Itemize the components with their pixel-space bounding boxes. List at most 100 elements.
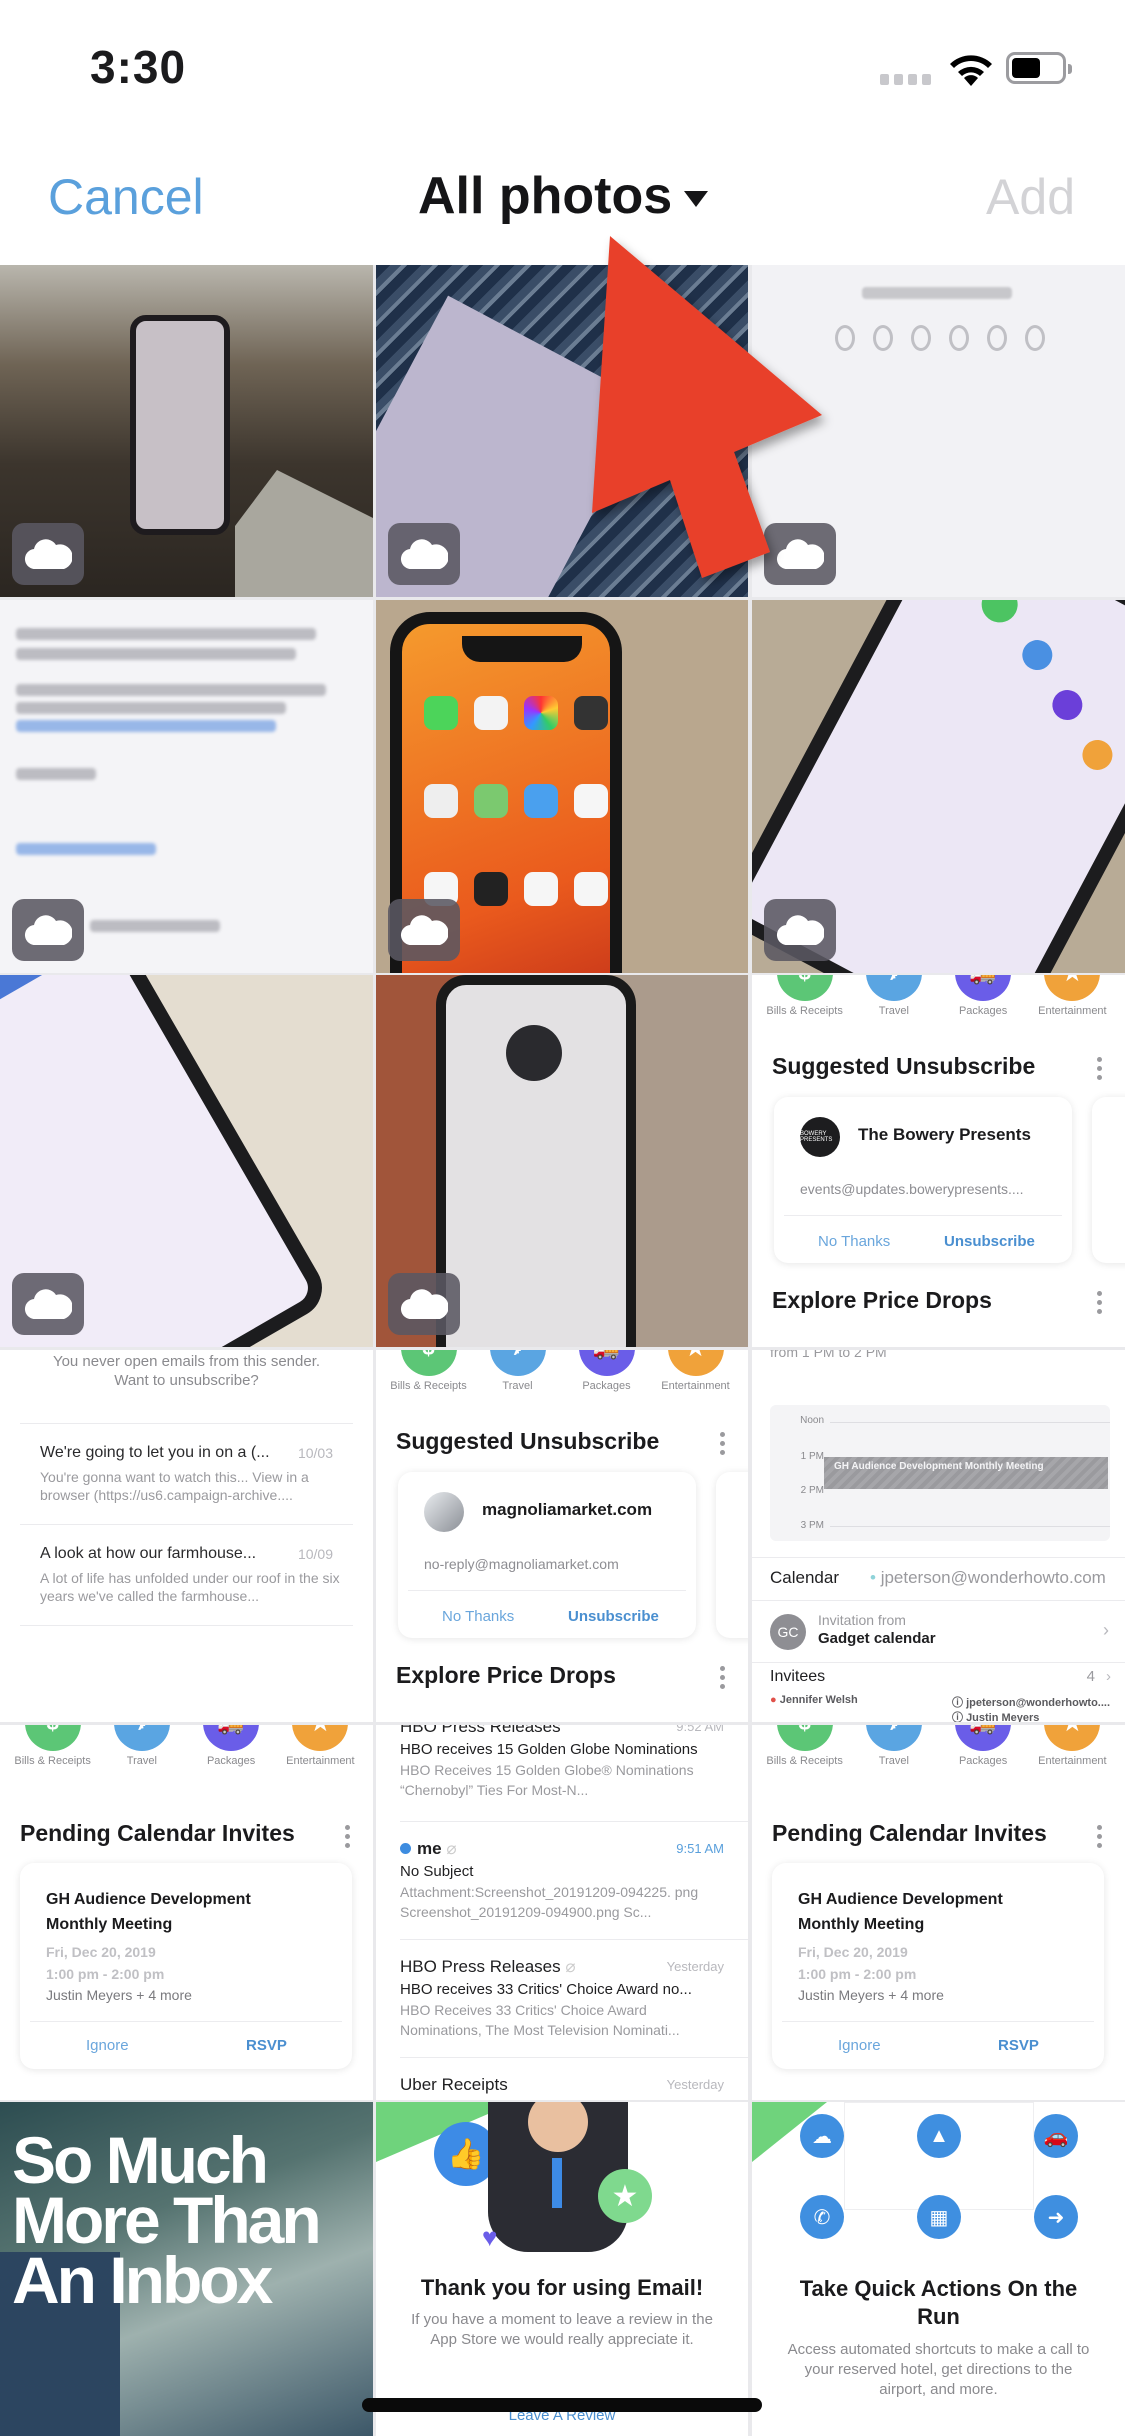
screenshot-thumbnail[interactable]: $Bills & Receipts ✈Travel 🚚Packages ★Ent…: [376, 1350, 748, 1722]
inbox-item: HBO Press Releases ⌀ Yesterday HBO recei…: [400, 1957, 724, 2038]
ignore-button: Ignore: [86, 2037, 129, 2054]
category-travel: ✈Travel: [851, 1725, 937, 1767]
screenshot-thumbnail[interactable]: 👍 ♥ ★ Thank you for using Email! If you …: [376, 2102, 748, 2436]
category-packages: 🚚Packages: [940, 1725, 1026, 1767]
more-options-icon: [720, 1432, 726, 1455]
navigation-arrow-icon: ▲: [917, 2114, 961, 2158]
photo-thumbnail[interactable]: [0, 600, 373, 973]
battery-icon: [1006, 52, 1072, 84]
dollar-icon: $: [400, 1350, 457, 1376]
screenshot-thumbnail[interactable]: So Much More Than An Inbox: [0, 2102, 373, 2436]
sender-logo: [424, 1492, 464, 1532]
category-entertainment: ★Entertainment: [1029, 1725, 1115, 1767]
screenshot-thumbnail[interactable]: HBO Press Releases 9:52 AM HBO receives …: [376, 1725, 748, 2100]
cancel-button[interactable]: Cancel: [48, 168, 204, 226]
status-bar: 3:30: [0, 0, 1125, 130]
nav-bar: Cancel All photos Add: [0, 150, 1125, 265]
passcode-prompt-blurred: [862, 287, 1012, 299]
sender-logo: BOWERY PRESENTS: [800, 1117, 840, 1157]
icloud-cloud-icon: [12, 1273, 84, 1335]
sender-email: no-reply@magnoliamarket.com: [424, 1556, 619, 1572]
photo-thumbnail[interactable]: [752, 600, 1125, 973]
airplane-icon: ✈: [865, 975, 922, 1001]
ignore-button: Ignore: [838, 2037, 881, 2054]
invitee: ⓘ Justin Meyers: [952, 1712, 1040, 1722]
screenshot-thumbnail[interactable]: $Bills & Receipts ✈Travel 🚚Packages ★Ent…: [752, 1725, 1125, 2100]
add-button[interactable]: Add: [986, 168, 1075, 226]
promo-headline: So Much More Than An Inbox: [12, 2123, 322, 2317]
truck-icon: 🚚: [955, 975, 1012, 1001]
ticket-icon: ★: [1044, 975, 1101, 1001]
screenshot-thumbnail[interactable]: You never open emails from this sender. …: [0, 1350, 373, 1722]
email-list-item: We're going to let you in on a (... 10/0…: [40, 1444, 333, 1503]
day-timeline: Noon 1 PM 2 PM 3 PM GH Audience Developm…: [770, 1405, 1110, 1541]
section-title: Explore Price Drops: [772, 1287, 992, 1313]
category-row: $Bills & Receipts ✈Travel 🚚Packages ★Ent…: [376, 1350, 748, 1392]
rsvp-button: RSVP: [246, 2037, 287, 2054]
screenshot-thumbnail[interactable]: $Bills & Receipts ✈Travel 🚚Packages ★Ent…: [752, 975, 1125, 1347]
quick-actions-title: Take Quick Actions On the Run: [799, 2276, 1078, 2329]
sender-name: magnoliamarket.com: [482, 1500, 653, 1519]
more-options-icon: [1097, 1291, 1103, 1314]
never-open-text: You never open emails from this sender. …: [52, 1353, 321, 1389]
sender-name: The Bowery Presents: [858, 1125, 1031, 1144]
home-indicator[interactable]: [362, 2398, 762, 2412]
photo-thumbnail[interactable]: [376, 975, 748, 1347]
caret-down-icon: [684, 191, 709, 207]
invitee: ● Jennifer Welsh: [770, 1694, 858, 1706]
unread-dot-icon: [400, 1843, 411, 1854]
icloud-cloud-icon: [388, 1273, 460, 1335]
category-bills: $Bills & Receipts: [10, 1725, 96, 1767]
wifi-icon: [950, 55, 992, 86]
section-title: Pending Calendar Invites: [20, 1820, 295, 1846]
icloud-cloud-icon: [12, 899, 84, 961]
dollar-icon: $: [776, 975, 833, 1001]
airplane-icon: ✈: [489, 1350, 546, 1376]
more-options-icon: [1097, 1825, 1103, 1848]
screenshot-thumbnail[interactable]: ☁ ▲ 🚗 ✆ ▦ ➜ Take Quick Actions On the Ru…: [752, 2102, 1125, 2436]
category-entertainment: ★Entertainment: [277, 1725, 363, 1767]
photo-thumbnail[interactable]: [0, 975, 373, 1347]
category-travel: ✈Travel: [475, 1350, 561, 1392]
car-icon: 🚗: [1034, 2114, 1078, 2158]
category-travel: ✈Travel: [851, 975, 937, 1017]
screenshot-thumbnail[interactable]: $Bills & Receipts ✈Travel 🚚Packages ★Ent…: [0, 1725, 373, 2100]
photo-thumbnail[interactable]: [376, 600, 748, 973]
category-row: $Bills & Receipts ✈Travel 🚚Packages ★Ent…: [752, 1725, 1125, 1767]
airplane-icon: ✈: [865, 1725, 922, 1751]
icloud-cloud-icon: [12, 523, 84, 585]
chevron-right-icon: ›: [1106, 1668, 1111, 1685]
screenshot-thumbnail[interactable]: from 1 PM to 2 PM Noon 1 PM 2 PM 3 PM GH…: [752, 1350, 1125, 1722]
icloud-cloud-icon: [388, 899, 460, 961]
unsubscribe-button: Unsubscribe: [568, 1608, 659, 1625]
category-row: $Bills & Receipts ✈Travel 🚚Packages ★Ent…: [752, 975, 1125, 1017]
sender-email: events@updates.bowerypresents....: [800, 1181, 1024, 1197]
truck-icon: 🚚: [955, 1725, 1012, 1751]
icloud-cloud-icon: [764, 523, 836, 585]
section-title: Pending Calendar Invites: [772, 1820, 1047, 1846]
inbox-item: Uber Receipts Yesterday: [400, 2075, 724, 2094]
unsubscribe-card: BOWERY PRESENTS The Bowery Presents even…: [774, 1097, 1072, 1263]
invitees-row: Invitees 4 ›: [770, 1668, 1111, 1685]
calendar-icon: ▦: [917, 2195, 961, 2239]
category-packages: 🚚Packages: [188, 1725, 274, 1767]
no-thanks-button: No Thanks: [442, 1608, 515, 1625]
phone-icon: ✆: [800, 2195, 844, 2239]
invitation-row: GC Invitation from Gadget calendar ›: [770, 1608, 1115, 1658]
heart-icon: ♥: [482, 2222, 498, 2252]
category-bills: $Bills & Receipts: [386, 1350, 472, 1392]
photo-thumbnail[interactable]: [0, 265, 373, 597]
photo-thumbnail[interactable]: [376, 265, 748, 597]
photo-thumbnail[interactable]: [752, 265, 1125, 597]
ticket-icon: ★: [1044, 1725, 1101, 1751]
no-thanks-button: No Thanks: [818, 1233, 891, 1250]
inbox-item: HBO Press Releases 9:52 AM HBO receives …: [400, 1725, 724, 1798]
category-entertainment: ★Entertainment: [1029, 975, 1115, 1017]
more-options-icon: [720, 1666, 726, 1689]
calendar-invite-card: GH Audience Development Monthly Meeting …: [20, 1863, 352, 2069]
album-selector[interactable]: All photos: [418, 166, 709, 226]
thank-you-body: If you have a moment to leave a review i…: [411, 2311, 713, 2348]
category-row: $Bills & Receipts ✈Travel 🚚Packages ★Ent…: [0, 1725, 373, 1767]
category-bills: $Bills & Receipts: [762, 975, 848, 1017]
category-packages: 🚚Packages: [564, 1350, 650, 1392]
